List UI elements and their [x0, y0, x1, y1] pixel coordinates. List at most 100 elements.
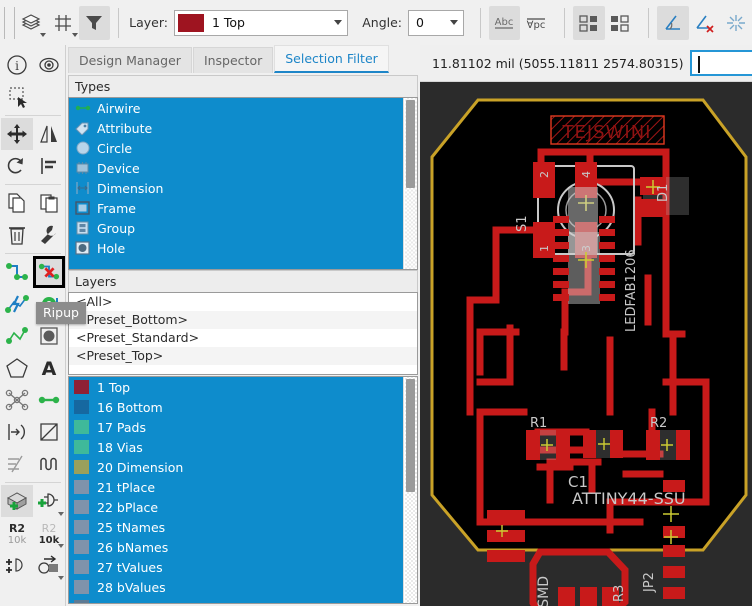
filter-icon[interactable]: [78, 5, 111, 40]
grid-icon[interactable]: [47, 6, 79, 40]
tab-inspector[interactable]: Inspector: [192, 47, 274, 73]
paste-icon[interactable]: [33, 187, 65, 219]
route-icon[interactable]: [1, 256, 33, 288]
tool-divider: [4, 253, 61, 254]
left-pads[interactable]: [487, 510, 525, 562]
layers-icon[interactable]: [15, 6, 47, 40]
list-item[interactable]: Frame: [69, 198, 404, 218]
rotate-icon[interactable]: [1, 150, 33, 182]
add-package-icon[interactable]: [0, 485, 33, 517]
signal-icon[interactable]: [1, 320, 33, 352]
table-row[interactable]: 27 tValues: [69, 557, 404, 577]
table-row[interactable]: 22 bPlace: [69, 497, 404, 517]
component-label: S1: [515, 215, 530, 232]
chevron-down-icon[interactable]: [329, 20, 347, 25]
info-icon[interactable]: i: [1, 49, 33, 81]
component-label: R3: [612, 585, 627, 602]
tab-design-manager[interactable]: Design Manager: [68, 47, 192, 73]
layer-color-swatch: [74, 460, 89, 474]
tab-selection-filter[interactable]: Selection Filter: [274, 45, 389, 73]
list-item[interactable]: <Preset_Standard>: [69, 329, 417, 347]
hole-icon[interactable]: [33, 320, 65, 352]
list-item[interactable]: Dimension: [69, 178, 404, 198]
layer-label: 28 bValues: [97, 579, 166, 595]
types-list[interactable]: Airwire Attribute Circle Device Dimensio…: [68, 97, 418, 270]
marquee-select-icon[interactable]: [3, 81, 35, 113]
layer-value: 1 Top: [211, 15, 245, 30]
pcb-drawing[interactable]: TEJSWINI 2 4 1 S1 LEDFAB1206 D1 R1 R2 C1…: [420, 82, 752, 606]
list-item[interactable]: [69, 258, 404, 269]
table-row[interactable]: 16 Bottom: [69, 397, 404, 417]
list-item-label: Group: [97, 220, 136, 236]
scroll-thumb[interactable]: [406, 379, 415, 492]
wire-icon[interactable]: [33, 384, 65, 416]
list-item[interactable]: <Preset_Bottom>: [69, 311, 417, 329]
list-item[interactable]: Group: [69, 218, 404, 238]
list-item[interactable]: Circle: [69, 138, 404, 158]
add-pin-icon[interactable]: [1, 549, 33, 581]
group-select-icon[interactable]: [572, 5, 605, 40]
text-icon[interactable]: A: [33, 352, 65, 384]
svg-text:10k: 10k: [38, 535, 59, 545]
ratsnest-icon[interactable]: [657, 5, 689, 40]
wave-icon[interactable]: [33, 448, 65, 480]
pin-icon[interactable]: [1, 416, 33, 448]
ripup-icon[interactable]: [32, 256, 65, 288]
dimension-icon[interactable]: [1, 448, 33, 480]
svg-text:∀pc: ∀pc: [527, 20, 546, 31]
list-item[interactable]: Hole: [69, 238, 404, 258]
layer-label: 16 Bottom: [97, 399, 163, 415]
replace-icon[interactable]: [33, 549, 65, 581]
name-icon[interactable]: R2 10k: [33, 517, 65, 549]
list-item[interactable]: Device: [69, 158, 404, 178]
rectangle-icon[interactable]: [33, 416, 65, 448]
table-row[interactable]: 26 bNames: [69, 537, 404, 557]
layers-list[interactable]: 1 Top 16 Bottom 17 Pads 18 Vias 20 Dimen…: [68, 376, 418, 604]
tool-row: [0, 384, 66, 416]
table-row[interactable]: 1 Top: [69, 377, 404, 397]
show-icon[interactable]: [33, 49, 65, 81]
scroll-thumb[interactable]: [406, 100, 415, 188]
table-row[interactable]: 18 Vias: [69, 437, 404, 457]
vector-font-icon[interactable]: ∀pc: [520, 6, 552, 40]
pcb-canvas[interactable]: TEJSWINI 2 4 1 S1 LEDFAB1206 D1 R1 R2 C1…: [420, 82, 752, 606]
list-item[interactable]: Airwire: [69, 98, 404, 118]
align-icon[interactable]: [33, 150, 65, 182]
layer-label: Layer:: [129, 15, 168, 30]
list-item[interactable]: <All>: [69, 293, 417, 311]
text-ratio-icon[interactable]: Abc: [488, 5, 521, 40]
table-row[interactable]: 21 tPlace: [69, 477, 404, 497]
layer-select[interactable]: 1 Top: [173, 9, 349, 36]
dimension-icon: [74, 181, 91, 195]
clear-icon[interactable]: [720, 6, 752, 40]
mirror-icon[interactable]: [33, 118, 65, 150]
component-r3[interactable]: R3: [612, 585, 627, 602]
presets-list[interactable]: <All> <Preset_Bottom> <Preset_Standard> …: [68, 292, 418, 375]
group-move-icon[interactable]: [605, 6, 637, 40]
ratsnest-hide-icon[interactable]: [689, 6, 721, 40]
table-row[interactable]: 20 Dimension: [69, 457, 404, 477]
component-c1[interactable]: [583, 430, 623, 458]
ratsnest-star-icon[interactable]: [1, 384, 33, 416]
list-item[interactable]: <Preset_Top>: [69, 347, 417, 365]
table-row[interactable]: 17 Pads: [69, 417, 404, 437]
types-scrollbar[interactable]: [403, 98, 417, 269]
autoroute-icon[interactable]: [1, 288, 33, 320]
table-row[interactable]: 25 tNames: [69, 517, 404, 537]
list-item[interactable]: Attribute: [69, 118, 404, 138]
value-icon[interactable]: R2 10k: [1, 517, 33, 549]
layers-scrollbar[interactable]: [403, 377, 417, 603]
table-row[interactable]: 28 bValues: [69, 577, 404, 597]
copy-icon[interactable]: [1, 187, 33, 219]
move-icon[interactable]: [0, 118, 33, 150]
angle-select[interactable]: 0: [408, 9, 464, 36]
chevron-down-icon[interactable]: [445, 20, 463, 25]
table-row[interactable]: [69, 597, 404, 603]
layers-list-inner: 1 Top 16 Bottom 17 Pads 18 Vias 20 Dimen…: [69, 377, 404, 603]
add-part-icon[interactable]: [33, 485, 65, 517]
command-input[interactable]: [690, 50, 752, 76]
polygon-icon[interactable]: [1, 352, 33, 384]
delete-icon[interactable]: [1, 219, 33, 251]
wrench-icon[interactable]: [33, 219, 65, 251]
toolbar-drag-handle[interactable]: [4, 6, 16, 39]
